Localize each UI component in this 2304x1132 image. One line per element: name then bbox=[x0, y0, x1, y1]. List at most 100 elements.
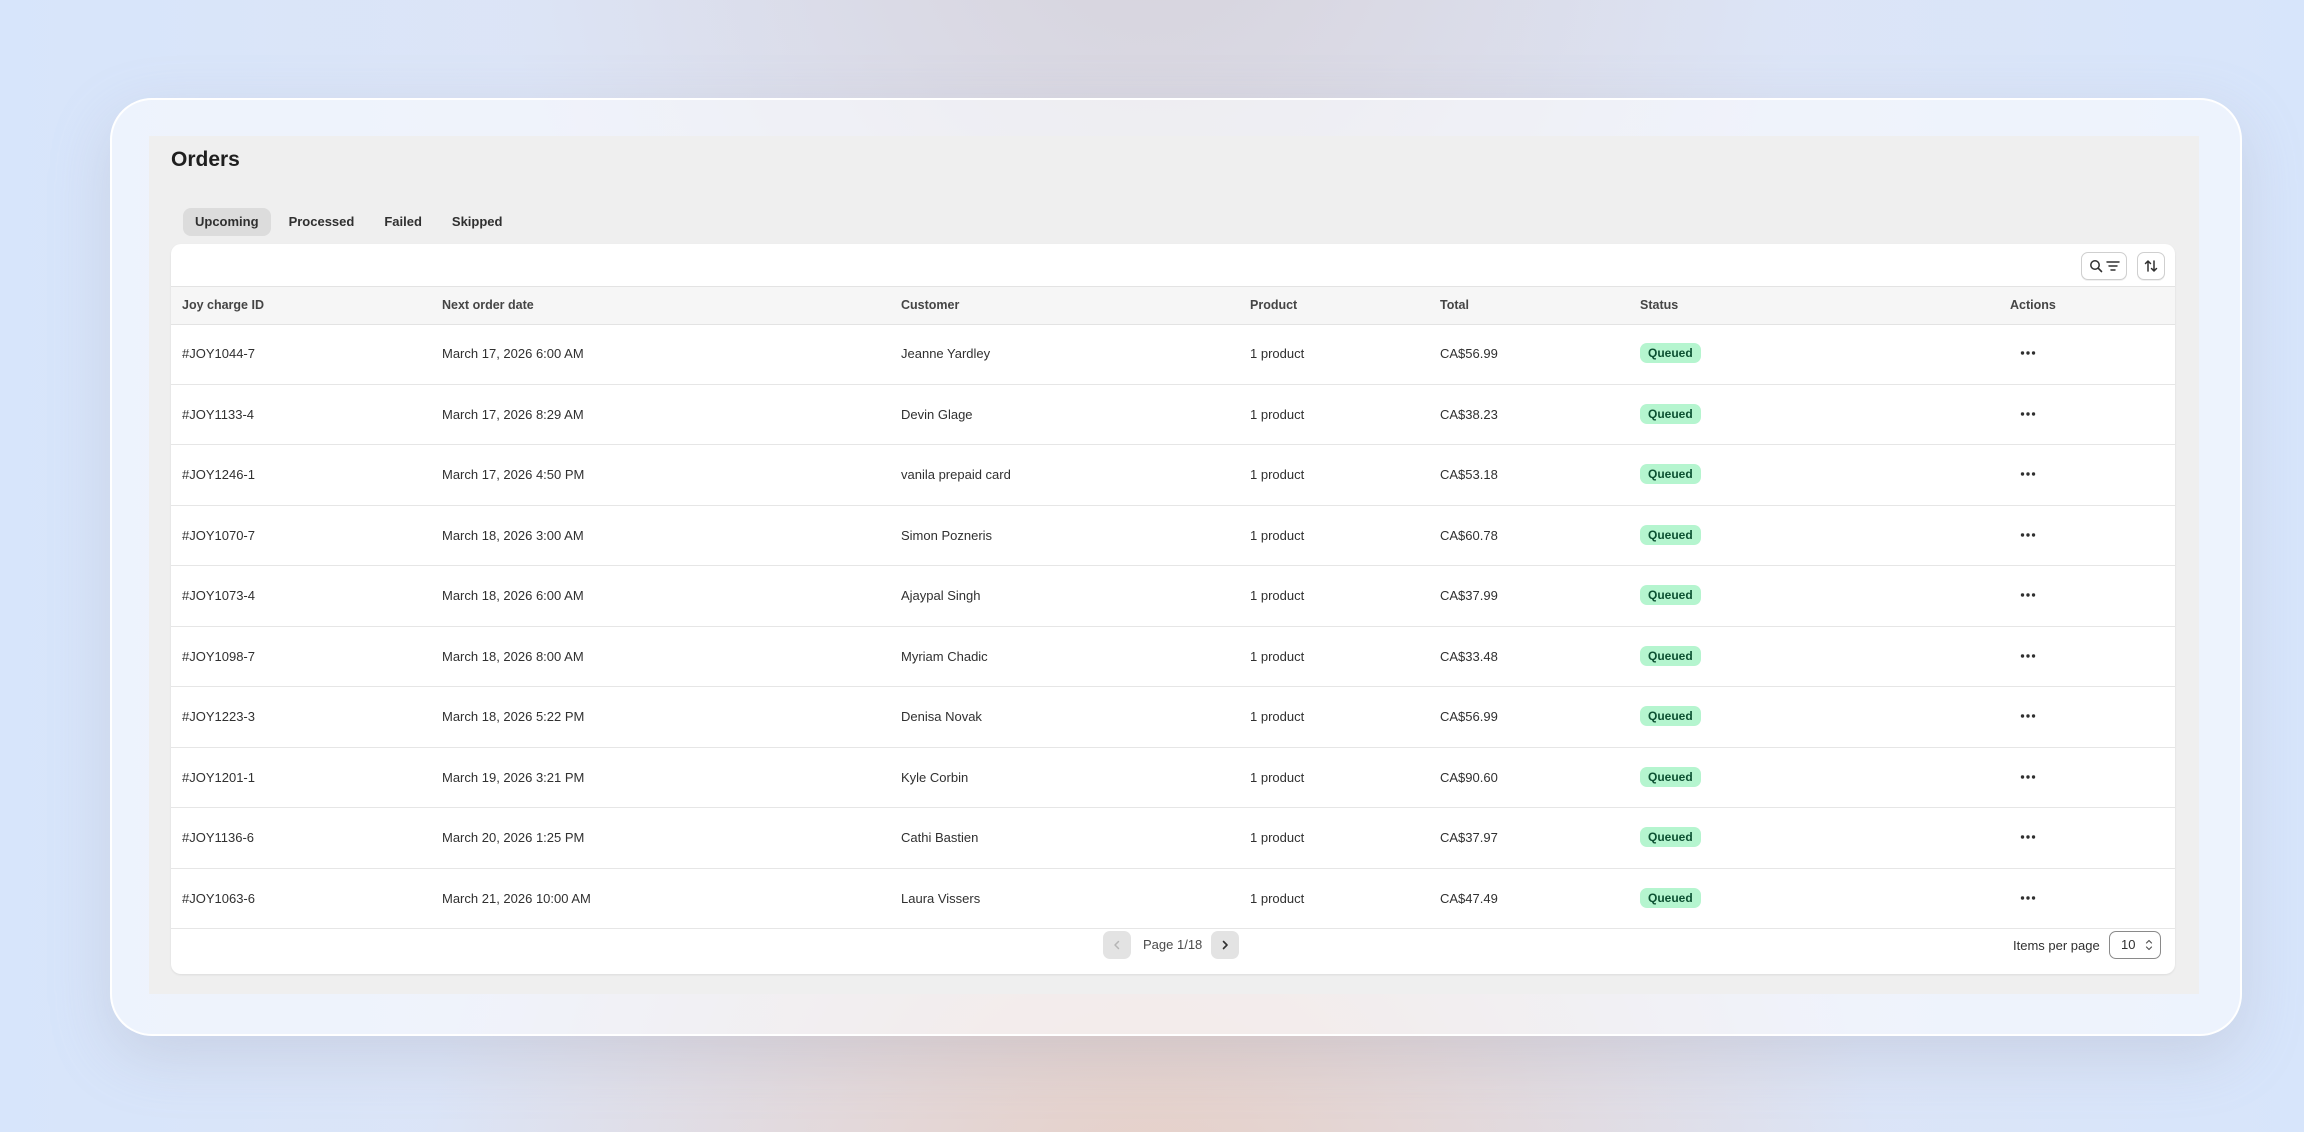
charge-id-cell: #JOY1136-6 bbox=[182, 830, 255, 845]
product-cell: 1 product bbox=[1250, 830, 1305, 845]
chevron-left-icon bbox=[1114, 940, 1120, 950]
next-order-date-cell: March 18, 2026 6:00 AM bbox=[442, 588, 584, 603]
row-actions-button[interactable] bbox=[2015, 522, 2041, 548]
total-cell: CA$47.49 bbox=[1440, 890, 1498, 906]
more-horizontal-icon bbox=[2020, 714, 2036, 718]
previous-page-button[interactable] bbox=[1103, 931, 1131, 959]
sort-button[interactable] bbox=[2137, 252, 2165, 280]
page-title: Orders bbox=[171, 148, 240, 171]
header-actions: Actions bbox=[2010, 298, 2056, 312]
charge-id-cell: #JOY1073-4 bbox=[182, 588, 255, 603]
charge-id-cell: #JOY1133-4 bbox=[182, 406, 255, 422]
next-order-date-cell: March 21, 2026 10:00 AM bbox=[442, 890, 591, 906]
sort-icon bbox=[2144, 260, 2158, 272]
row-actions-button[interactable] bbox=[2015, 401, 2041, 427]
page-indicator: Page 1/18 bbox=[1143, 937, 1203, 952]
table-row[interactable]: #JOY1201-1 March 19, 2026 3:21 PM Kyle Cor… bbox=[171, 748, 2175, 808]
table-footer: Page 1/18 Items per page 10 bbox=[171, 920, 2175, 974]
status-badge: Queued bbox=[1640, 464, 1701, 484]
product-cell: 1 product bbox=[1250, 406, 1305, 422]
header-customer: Customer bbox=[901, 298, 960, 312]
status-badge: Queued bbox=[1640, 706, 1701, 726]
orders-table-card: Joy charge ID Next order date Customer P… bbox=[171, 244, 2175, 974]
total-cell: CA$90.60 bbox=[1440, 769, 1498, 785]
customer-cell: Simon Pozneris bbox=[901, 527, 993, 543]
row-actions-button[interactable] bbox=[2015, 824, 2041, 850]
row-actions-button[interactable] bbox=[2015, 703, 2041, 729]
customer-cell: vanila prepaid card bbox=[901, 467, 1011, 482]
next-order-date-cell: March 18, 2026 3:00 AM bbox=[442, 527, 584, 543]
product-cell: 1 product bbox=[1250, 890, 1305, 906]
tab-failed[interactable]: Failed bbox=[372, 208, 434, 236]
table-body: #JOY1044-7 March 17, 2026 6:00 AM Jeanne Y… bbox=[171, 324, 2175, 929]
charge-id-cell: #JOY1070-7 bbox=[182, 527, 255, 543]
next-order-date-cell: March 18, 2026 5:22 PM bbox=[442, 709, 585, 724]
table-row[interactable]: #JOY1070-7 March 18, 2026 3:00 AM Simon Po… bbox=[171, 506, 2175, 566]
customer-cell: Devin Glage bbox=[901, 406, 973, 422]
tab-skipped[interactable]: Skipped bbox=[440, 208, 515, 236]
row-actions-button[interactable] bbox=[2015, 582, 2041, 608]
charge-id-cell: #JOY1098-7 bbox=[182, 648, 255, 664]
more-horizontal-icon bbox=[2020, 351, 2036, 355]
header-next-order-date: Next order date bbox=[442, 298, 534, 312]
charge-id-cell: #JOY1063-6 bbox=[182, 890, 255, 906]
table-header: Joy charge ID Next order date Customer P… bbox=[171, 286, 2175, 325]
next-order-date-cell: March 17, 2026 6:00 AM bbox=[442, 346, 584, 361]
status-badge: Queued bbox=[1640, 403, 1701, 424]
status-badge: Queued bbox=[1640, 585, 1701, 605]
table-toolbar bbox=[171, 244, 2175, 286]
select-chevron-icon bbox=[2145, 939, 2153, 951]
status-badge: Queued bbox=[1640, 887, 1701, 908]
status-badge: Queued bbox=[1640, 343, 1701, 363]
total-cell: CA$53.18 bbox=[1440, 467, 1498, 482]
row-actions-button[interactable] bbox=[2015, 461, 2041, 487]
next-page-button[interactable] bbox=[1211, 931, 1239, 959]
product-cell: 1 product bbox=[1250, 346, 1305, 361]
items-per-page-label: Items per page bbox=[2013, 938, 2100, 953]
table-row[interactable]: #JOY1136-6 March 20, 2026 1:25 PM Cathi Ba… bbox=[171, 808, 2175, 869]
items-per-page-value: 10 bbox=[2121, 937, 2136, 952]
more-horizontal-icon bbox=[2020, 895, 2036, 900]
total-cell: CA$56.99 bbox=[1440, 346, 1498, 361]
search-filter-button[interactable] bbox=[2081, 252, 2127, 280]
tab-processed[interactable]: Processed bbox=[277, 208, 367, 236]
status-badge: Queued bbox=[1640, 524, 1701, 545]
total-cell: CA$33.48 bbox=[1440, 648, 1498, 664]
next-order-date-cell: March 18, 2026 8:00 AM bbox=[442, 648, 584, 664]
total-cell: CA$60.78 bbox=[1440, 527, 1498, 543]
customer-cell: Jeanne Yardley bbox=[901, 346, 991, 361]
charge-id-cell: #JOY1044-7 bbox=[182, 346, 255, 361]
more-horizontal-icon bbox=[2020, 532, 2036, 537]
total-cell: CA$38.23 bbox=[1440, 406, 1498, 422]
orders-panel: Orders Upcoming Processed Failed Skipped bbox=[149, 136, 2199, 994]
chevron-right-icon bbox=[1222, 940, 1228, 950]
header-charge-id: Joy charge ID bbox=[182, 298, 264, 312]
header-total: Total bbox=[1440, 298, 1469, 312]
product-cell: 1 product bbox=[1250, 769, 1305, 785]
table-row[interactable]: #JOY1098-7 March 18, 2026 8:00 AM Myriam C… bbox=[171, 627, 2175, 687]
row-actions-button[interactable] bbox=[2015, 340, 2041, 366]
charge-id-cell: #JOY1223-3 bbox=[182, 709, 255, 724]
items-per-page-select[interactable]: 10 bbox=[2109, 931, 2161, 959]
table-row[interactable]: #JOY1044-7 March 17, 2026 6:00 AM Jeanne Y… bbox=[171, 324, 2175, 385]
search-icon bbox=[2089, 260, 2102, 273]
more-horizontal-icon bbox=[2020, 835, 2036, 839]
product-cell: 1 product bbox=[1250, 588, 1305, 603]
customer-cell: Ajaypal Singh bbox=[901, 588, 981, 603]
table-row[interactable]: #JOY1223-3 March 18, 2026 5:22 PM Denisa N… bbox=[171, 687, 2175, 748]
row-actions-button[interactable] bbox=[2015, 885, 2041, 911]
row-actions-button[interactable] bbox=[2015, 764, 2041, 790]
product-cell: 1 product bbox=[1250, 527, 1305, 543]
tab-upcoming[interactable]: Upcoming bbox=[183, 208, 271, 236]
row-actions-button[interactable] bbox=[2015, 643, 2041, 669]
table-row[interactable]: #JOY1133-4 March 17, 2026 8:29 AM Devin Gl… bbox=[171, 385, 2175, 445]
more-horizontal-icon bbox=[2020, 472, 2036, 476]
more-horizontal-icon bbox=[2020, 411, 2036, 416]
customer-cell: Cathi Bastien bbox=[901, 830, 979, 845]
table-row[interactable]: #JOY1073-4 March 18, 2026 6:00 AM Ajaypal … bbox=[171, 566, 2175, 627]
header-product: Product bbox=[1250, 298, 1298, 312]
status-badge: Queued bbox=[1640, 645, 1701, 666]
customer-cell: Denisa Novak bbox=[901, 709, 982, 724]
product-cell: 1 product bbox=[1250, 648, 1305, 664]
table-row[interactable]: #JOY1246-1 March 17, 2026 4:50 PM vanila p… bbox=[171, 445, 2175, 506]
